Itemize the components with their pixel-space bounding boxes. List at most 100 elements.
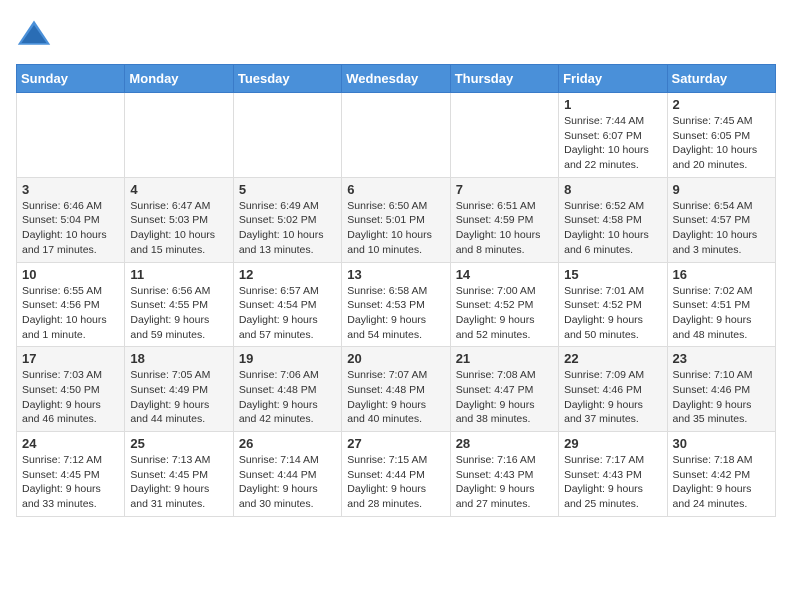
day-info: Sunrise: 7:10 AMSunset: 4:46 PMDaylight:… — [673, 368, 770, 427]
calendar-week-row: 24 Sunrise: 7:12 AMSunset: 4:45 PMDayligh… — [17, 432, 776, 517]
day-info: Sunrise: 7:15 AMSunset: 4:44 PMDaylight:… — [347, 453, 444, 512]
day-info: Sunrise: 6:51 AMSunset: 4:59 PMDaylight:… — [456, 199, 553, 258]
day-info: Sunrise: 6:54 AMSunset: 4:57 PMDaylight:… — [673, 199, 770, 258]
day-info: Sunrise: 6:55 AMSunset: 4:56 PMDaylight:… — [22, 284, 119, 343]
calendar-cell: 11 Sunrise: 6:56 AMSunset: 4:55 PMDayligh… — [125, 262, 233, 347]
calendar-cell: 14Sunrise: 7:00 AMSunset: 4:52 PMDayligh… — [450, 262, 558, 347]
day-number: 6 — [347, 182, 444, 197]
calendar-cell: 1 Sunrise: 7:44 AMSunset: 6:07 PMDaylight… — [559, 93, 667, 178]
calendar-cell: 26Sunrise: 7:14 AMSunset: 4:44 PMDayligh… — [233, 432, 341, 517]
calendar-cell: 17 Sunrise: 7:03 AMSunset: 4:50 PMDayligh… — [17, 347, 125, 432]
calendar-cell — [450, 93, 558, 178]
day-header: Monday — [125, 65, 233, 93]
calendar-cell: 4 Sunrise: 6:47 AMSunset: 5:03 PMDaylight… — [125, 177, 233, 262]
logo-icon — [16, 16, 52, 52]
calendar-cell: 15Sunrise: 7:01 AMSunset: 4:52 PMDayligh… — [559, 262, 667, 347]
logo — [16, 16, 56, 52]
day-number: 9 — [673, 182, 770, 197]
day-header: Sunday — [17, 65, 125, 93]
day-number: 28 — [456, 436, 553, 451]
day-info: Sunrise: 6:50 AMSunset: 5:01 PMDaylight:… — [347, 199, 444, 258]
calendar-cell: 2 Sunrise: 7:45 AMSunset: 6:05 PMDaylight… — [667, 93, 775, 178]
day-header: Friday — [559, 65, 667, 93]
day-info: Sunrise: 7:02 AMSunset: 4:51 PMDaylight:… — [673, 284, 770, 343]
day-number: 24 — [22, 436, 119, 451]
day-info: Sunrise: 6:47 AMSunset: 5:03 PMDaylight:… — [130, 199, 227, 258]
day-number: 5 — [239, 182, 336, 197]
day-info: Sunrise: 7:17 AMSunset: 4:43 PMDaylight:… — [564, 453, 661, 512]
day-info: Sunrise: 7:45 AMSunset: 6:05 PMDaylight:… — [673, 114, 770, 173]
calendar-cell: 10Sunrise: 6:55 AMSunset: 4:56 PMDayligh… — [17, 262, 125, 347]
day-number: 1 — [564, 97, 661, 112]
day-number: 4 — [130, 182, 227, 197]
day-info: Sunrise: 7:14 AMSunset: 4:44 PMDaylight:… — [239, 453, 336, 512]
day-info: Sunrise: 6:52 AMSunset: 4:58 PMDaylight:… — [564, 199, 661, 258]
day-info: Sunrise: 7:03 AMSunset: 4:50 PMDaylight:… — [22, 368, 119, 427]
day-info: Sunrise: 6:46 AMSunset: 5:04 PMDaylight:… — [22, 199, 119, 258]
calendar-cell — [233, 93, 341, 178]
day-number: 20 — [347, 351, 444, 366]
calendar-cell: 6 Sunrise: 6:50 AMSunset: 5:01 PMDaylight… — [342, 177, 450, 262]
day-info: Sunrise: 6:56 AMSunset: 4:55 PMDaylight:… — [130, 284, 227, 343]
day-number: 7 — [456, 182, 553, 197]
day-number: 22 — [564, 351, 661, 366]
day-number: 15 — [564, 267, 661, 282]
calendar-cell: 7 Sunrise: 6:51 AMSunset: 4:59 PMDaylight… — [450, 177, 558, 262]
calendar-cell: 29 Sunrise: 7:17 AMSunset: 4:43 PMDayligh… — [559, 432, 667, 517]
calendar-cell: 30Sunrise: 7:18 AMSunset: 4:42 PMDayligh… — [667, 432, 775, 517]
calendar-cell: 16 Sunrise: 7:02 AMSunset: 4:51 PMDayligh… — [667, 262, 775, 347]
calendar-cell — [125, 93, 233, 178]
calendar-cell: 19Sunrise: 7:06 AMSunset: 4:48 PMDayligh… — [233, 347, 341, 432]
day-number: 17 — [22, 351, 119, 366]
day-number: 16 — [673, 267, 770, 282]
day-number: 19 — [239, 351, 336, 366]
day-info: Sunrise: 7:00 AMSunset: 4:52 PMDaylight:… — [456, 284, 553, 343]
calendar-cell: 3 Sunrise: 6:46 AMSunset: 5:04 PMDaylight… — [17, 177, 125, 262]
day-number: 3 — [22, 182, 119, 197]
day-number: 12 — [239, 267, 336, 282]
calendar-week-row: 1 Sunrise: 7:44 AMSunset: 6:07 PMDaylight… — [17, 93, 776, 178]
day-info: Sunrise: 6:49 AMSunset: 5:02 PMDaylight:… — [239, 199, 336, 258]
day-number: 18 — [130, 351, 227, 366]
calendar-cell: 27 Sunrise: 7:15 AMSunset: 4:44 PMDayligh… — [342, 432, 450, 517]
day-header: Thursday — [450, 65, 558, 93]
calendar-cell: 24 Sunrise: 7:12 AMSunset: 4:45 PMDayligh… — [17, 432, 125, 517]
day-info: Sunrise: 7:16 AMSunset: 4:43 PMDaylight:… — [456, 453, 553, 512]
calendar-cell: 21Sunrise: 7:08 AMSunset: 4:47 PMDayligh… — [450, 347, 558, 432]
day-number: 2 — [673, 97, 770, 112]
day-info: Sunrise: 7:05 AMSunset: 4:49 PMDaylight:… — [130, 368, 227, 427]
calendar-cell: 23 Sunrise: 7:10 AMSunset: 4:46 PMDayligh… — [667, 347, 775, 432]
day-number: 29 — [564, 436, 661, 451]
day-number: 8 — [564, 182, 661, 197]
calendar-cell: 22 Sunrise: 7:09 AMSunset: 4:46 PMDayligh… — [559, 347, 667, 432]
calendar-week-row: 3 Sunrise: 6:46 AMSunset: 5:04 PMDaylight… — [17, 177, 776, 262]
calendar-cell: 9 Sunrise: 6:54 AMSunset: 4:57 PMDaylight… — [667, 177, 775, 262]
day-info: Sunrise: 7:09 AMSunset: 4:46 PMDaylight:… — [564, 368, 661, 427]
calendar-cell: 20 Sunrise: 7:07 AMSunset: 4:48 PMDayligh… — [342, 347, 450, 432]
day-info: Sunrise: 7:08 AMSunset: 4:47 PMDaylight:… — [456, 368, 553, 427]
day-number: 27 — [347, 436, 444, 451]
calendar-cell: 18 Sunrise: 7:05 AMSunset: 4:49 PMDayligh… — [125, 347, 233, 432]
page-header — [16, 16, 776, 52]
calendar-cell: 28 Sunrise: 7:16 AMSunset: 4:43 PMDayligh… — [450, 432, 558, 517]
day-number: 11 — [130, 267, 227, 282]
calendar-week-row: 17 Sunrise: 7:03 AMSunset: 4:50 PMDayligh… — [17, 347, 776, 432]
calendar-table: SundayMondayTuesdayWednesdayThursdayFrid… — [16, 64, 776, 517]
calendar-cell — [342, 93, 450, 178]
day-info: Sunrise: 7:12 AMSunset: 4:45 PMDaylight:… — [22, 453, 119, 512]
calendar-cell: 5 Sunrise: 6:49 AMSunset: 5:02 PMDaylight… — [233, 177, 341, 262]
calendar-cell: 13 Sunrise: 6:58 AMSunset: 4:53 PMDayligh… — [342, 262, 450, 347]
day-number: 13 — [347, 267, 444, 282]
calendar-week-row: 10Sunrise: 6:55 AMSunset: 4:56 PMDayligh… — [17, 262, 776, 347]
calendar-cell: 12 Sunrise: 6:57 AMSunset: 4:54 PMDayligh… — [233, 262, 341, 347]
day-info: Sunrise: 7:07 AMSunset: 4:48 PMDaylight:… — [347, 368, 444, 427]
day-number: 23 — [673, 351, 770, 366]
day-info: Sunrise: 6:58 AMSunset: 4:53 PMDaylight:… — [347, 284, 444, 343]
day-header: Tuesday — [233, 65, 341, 93]
calendar-cell: 25Sunrise: 7:13 AMSunset: 4:45 PMDayligh… — [125, 432, 233, 517]
day-header: Wednesday — [342, 65, 450, 93]
day-info: Sunrise: 6:57 AMSunset: 4:54 PMDaylight:… — [239, 284, 336, 343]
calendar-cell: 8 Sunrise: 6:52 AMSunset: 4:58 PMDaylight… — [559, 177, 667, 262]
day-info: Sunrise: 7:44 AMSunset: 6:07 PMDaylight:… — [564, 114, 661, 173]
day-header: Saturday — [667, 65, 775, 93]
